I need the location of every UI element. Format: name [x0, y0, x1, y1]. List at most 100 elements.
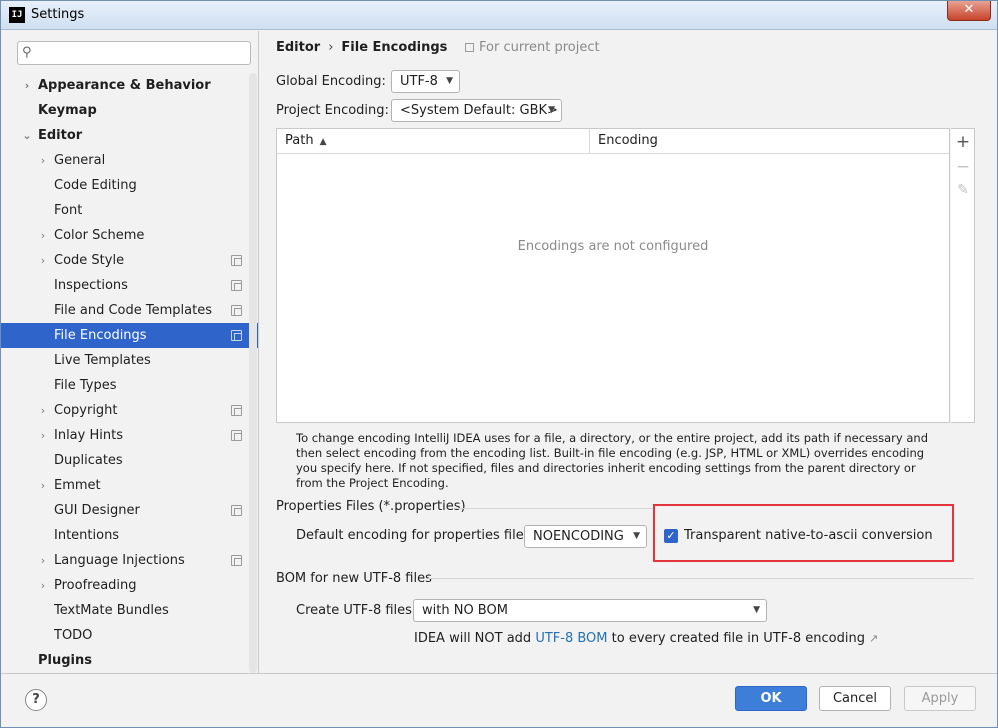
sidebar-item-keymap[interactable]: Keymap: [1, 98, 258, 123]
sidebar-item-intentions[interactable]: Intentions: [1, 523, 258, 548]
chevron-icon[interactable]: ›: [37, 423, 49, 448]
column-header-encoding[interactable]: Encoding: [590, 129, 949, 153]
window-title: Settings: [31, 7, 85, 22]
sidebar-item-gui-designer[interactable]: GUI Designer: [1, 498, 258, 523]
project-scope-icon: [231, 505, 242, 516]
file-encodings-panel: Editor › File Encodings For current projec…: [260, 31, 997, 673]
sidebar-scrollbar[interactable]: [249, 73, 257, 673]
column-header-path[interactable]: Path ▲: [277, 129, 590, 153]
sidebar-item-label: Inspections: [54, 278, 128, 293]
breadcrumb-parent: Editor: [276, 40, 321, 55]
sidebar-item-general[interactable]: › General: [1, 148, 258, 173]
add-icon[interactable]: +: [951, 132, 975, 152]
ok-button[interactable]: OK: [735, 686, 807, 711]
sidebar-item-emmet[interactable]: › Emmet: [1, 473, 258, 498]
sidebar-item-label: Live Templates: [54, 353, 151, 368]
sidebar-item-proofreading[interactable]: › Proofreading: [1, 573, 258, 598]
sort-ascending-icon: ▲: [319, 137, 327, 147]
sidebar-item-label: Appearance & Behavior: [38, 78, 211, 93]
bom-create-dropdown[interactable]: with NO BOM ▼: [413, 599, 767, 622]
title-bar: IJ Settings ✕: [1, 1, 997, 30]
sidebar-item-textmate-bundles[interactable]: TextMate Bundles: [1, 598, 258, 623]
properties-encoding-value: NOENCODING: [533, 529, 624, 544]
chevron-icon[interactable]: ›: [21, 73, 33, 98]
sidebar-item-plugins[interactable]: Plugins: [1, 648, 258, 673]
utf8-bom-link[interactable]: UTF-8 BOM: [535, 631, 607, 646]
help-button[interactable]: ?: [25, 689, 47, 711]
encodings-table[interactable]: Path ▲ Encoding Encodings are not configu…: [276, 128, 950, 423]
search-icon: ⚲: [22, 45, 32, 60]
project-scope-icon: [231, 430, 242, 441]
edit-icon[interactable]: ✎: [951, 182, 975, 198]
sidebar-item-duplicates[interactable]: Duplicates: [1, 448, 258, 473]
sidebar-item-language-injections[interactable]: › Language Injections: [1, 548, 258, 573]
chevron-icon[interactable]: ›: [37, 248, 49, 273]
sidebar-item-color-scheme[interactable]: › Color Scheme: [1, 223, 258, 248]
project-encoding-label: Project Encoding:: [276, 103, 389, 118]
bom-note: IDEA will NOT add UTF-8 BOM to every cre…: [414, 631, 878, 646]
chevron-down-icon: ▼: [633, 531, 640, 541]
chevron-icon[interactable]: ›: [37, 573, 49, 598]
properties-section-title: Properties Files (*.properties): [276, 499, 466, 514]
settings-search-box[interactable]: ⚲: [17, 41, 251, 65]
settings-tree: › Appearance & Behavior Keymap ⌄ Editor › Gene…: [1, 73, 258, 673]
search-input[interactable]: [42, 44, 242, 62]
properties-encoding-dropdown[interactable]: NOENCODING ▼: [524, 525, 647, 548]
sidebar-item-code-editing[interactable]: Code Editing: [1, 173, 258, 198]
empty-table-message: Encodings are not configured: [517, 239, 709, 254]
global-encoding-label: Global Encoding:: [276, 74, 386, 89]
chevron-icon[interactable]: ⌄: [21, 123, 33, 148]
bom-section-title: BOM for new UTF-8 files: [276, 571, 432, 586]
table-header: Path ▲ Encoding: [277, 129, 949, 154]
sidebar-item-code-style[interactable]: › Code Style: [1, 248, 258, 273]
close-button[interactable]: ✕: [947, 1, 991, 21]
sidebar-item-label: Proofreading: [54, 578, 137, 593]
chevron-icon[interactable]: ›: [37, 223, 49, 248]
sidebar-item-inspections[interactable]: Inspections: [1, 273, 258, 298]
sidebar-item-label: Language Injections: [54, 553, 185, 568]
chevron-icon[interactable]: ›: [37, 148, 49, 173]
chevron-down-icon: ▼: [446, 76, 453, 86]
cancel-button[interactable]: Cancel: [819, 686, 891, 711]
encoding-help-text: To change encoding IntelliJ IDEA uses fo…: [296, 431, 929, 490]
remove-icon[interactable]: −: [951, 157, 975, 177]
chevron-icon[interactable]: ›: [37, 398, 49, 423]
sidebar-item-label: Copyright: [54, 403, 118, 418]
table-toolbar: + − ✎: [951, 128, 975, 423]
apply-button[interactable]: Apply: [904, 686, 976, 711]
sidebar-item-live-templates[interactable]: Live Templates: [1, 348, 258, 373]
project-scope-icon: [231, 280, 242, 291]
scope-note: For current project: [465, 40, 600, 55]
sidebar-item-label: Plugins: [38, 653, 92, 668]
sidebar-item-label: GUI Designer: [54, 503, 140, 518]
sidebar-item-editor[interactable]: ⌄ Editor: [1, 123, 258, 148]
sidebar-item-copyright[interactable]: › Copyright: [1, 398, 258, 423]
annotation-highlight-box: [653, 504, 954, 562]
breadcrumb-separator: ›: [328, 40, 334, 55]
dialog-footer: ? OK Cancel Apply: [1, 673, 997, 727]
chevron-icon[interactable]: ›: [37, 473, 49, 498]
sidebar-item-file-and-code-templates[interactable]: File and Code Templates: [1, 298, 258, 323]
chevron-icon[interactable]: ›: [37, 548, 49, 573]
project-scope-icon: [231, 555, 242, 566]
bom-note-prefix: IDEA will NOT add: [414, 631, 536, 646]
project-scope-icon: [465, 43, 474, 52]
global-encoding-dropdown[interactable]: UTF-8 ▼: [391, 70, 460, 93]
sidebar-item-label: Intentions: [54, 528, 120, 543]
sidebar-item-label: File Types: [54, 378, 117, 393]
sidebar-item-todo[interactable]: TODO: [1, 623, 258, 648]
project-scope-icon: [231, 305, 242, 316]
sidebar-item-inlay-hints[interactable]: › Inlay Hints: [1, 423, 258, 448]
project-scope-icon: [231, 255, 242, 266]
bom-create-value: with NO BOM: [422, 603, 508, 618]
sidebar-item-file-encodings[interactable]: File Encodings: [1, 323, 258, 348]
project-scope-icon: [231, 405, 242, 416]
sidebar-item-font[interactable]: Font: [1, 198, 258, 223]
section-divider: [455, 508, 653, 509]
chevron-down-icon: ▼: [548, 105, 555, 115]
sidebar-item-file-types[interactable]: File Types: [1, 373, 258, 398]
project-scope-icon: [231, 330, 242, 341]
project-encoding-dropdown[interactable]: <System Default: GBK> ▼: [391, 99, 562, 122]
settings-sidebar: ⚲ › Appearance & Behavior Keymap ⌄ Editor › Ge…: [1, 31, 259, 673]
sidebar-item-appearance-behavior[interactable]: › Appearance & Behavior: [1, 73, 258, 98]
